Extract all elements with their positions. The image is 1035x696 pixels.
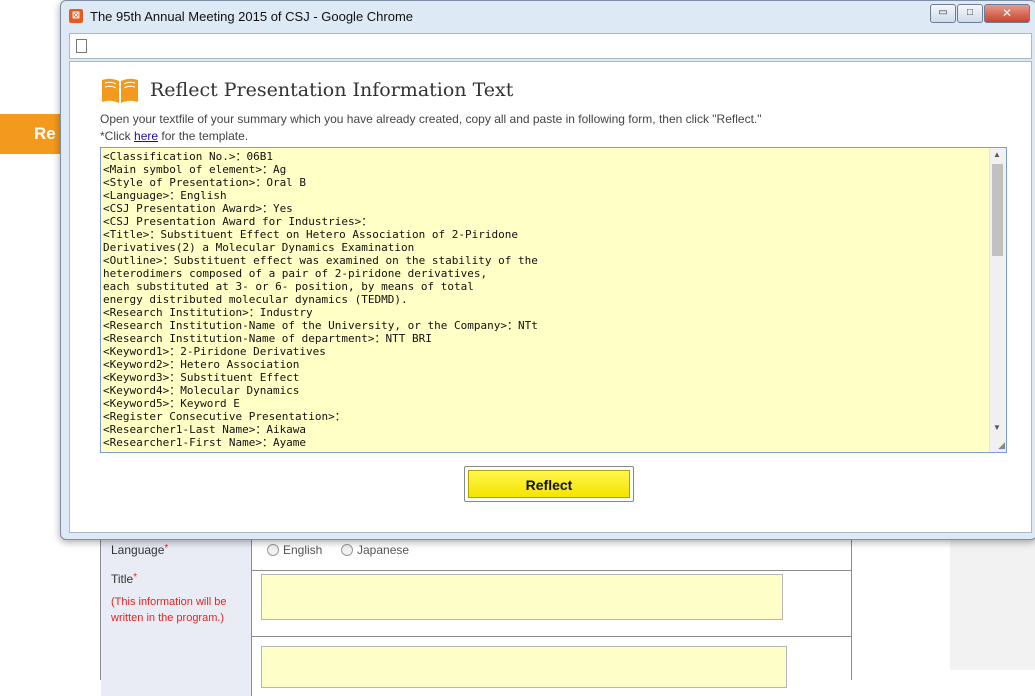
radio-circle-icon <box>267 544 279 556</box>
title-row: Title* (This information will be written… <box>101 570 851 637</box>
template-link[interactable]: here <box>134 129 158 143</box>
required-mark: * <box>164 543 169 554</box>
title-label-cell: Title* (This information will be written… <box>101 570 252 636</box>
required-mark: * <box>133 572 138 583</box>
title-note: (This information will be written in the… <box>111 596 227 624</box>
heading-text: Reflect Presentation Information Text <box>150 79 514 101</box>
maximize-button[interactable]: □ <box>957 4 983 23</box>
resize-grip-icon[interactable]: ◢ <box>998 440 1005 451</box>
popup-window: ⊠ The 95th Annual Meeting 2015 of CSJ - … <box>60 0 1035 540</box>
title-textarea[interactable] <box>261 574 783 620</box>
window-title: The 95th Annual Meeting 2015 of CSJ - Go… <box>90 9 414 24</box>
reflect-button-label: Reflect <box>468 470 630 498</box>
title-label: Title* <box>111 572 138 586</box>
dialog-heading: Reflect Presentation Information Text <box>100 76 513 104</box>
scroll-up-arrow-icon[interactable]: ▲ <box>993 150 1001 159</box>
page-icon <box>76 39 87 53</box>
instruction-text: Open your textfile of your summary which… <box>100 112 762 126</box>
reflect-button[interactable]: Reflect <box>464 466 634 502</box>
paste-textarea[interactable]: <Classification No.>：06B1 <Main symbol o… <box>100 147 1007 453</box>
background-form: Language* English Japanese Title* (This … <box>100 530 852 696</box>
radio-circle-icon <box>341 544 353 556</box>
language-label: Language* <box>111 543 169 557</box>
dialog-content: Reflect Presentation Information Text Op… <box>69 61 1032 533</box>
window-controls: ▭ □ ✕ <box>929 4 1030 23</box>
book-icon <box>102 78 138 103</box>
paste-text: <Classification No.>：06B1 <Main symbol o… <box>103 150 538 449</box>
radio-english[interactable]: English <box>267 543 322 557</box>
scroll-down-arrow-icon[interactable]: ▼ <box>993 423 1001 432</box>
next-row <box>101 636 851 696</box>
vertical-scrollbar[interactable]: ▲ ▼ <box>989 148 1006 452</box>
next-label-cell <box>101 636 252 696</box>
close-button[interactable]: ✕ <box>984 4 1030 23</box>
app-icon: ⊠ <box>69 9 83 23</box>
radio-japanese[interactable]: Japanese <box>341 543 409 557</box>
background-orange-tab[interactable]: Re <box>0 114 68 154</box>
scrollbar-thumb[interactable] <box>992 164 1003 256</box>
minimize-button[interactable]: ▭ <box>930 4 956 23</box>
next-textarea[interactable] <box>261 646 787 688</box>
template-note: *Click here for the template. <box>100 129 249 143</box>
window-titlebar[interactable]: ⊠ The 95th Annual Meeting 2015 of CSJ - … <box>61 1 1035 31</box>
address-bar[interactable] <box>69 33 1032 59</box>
